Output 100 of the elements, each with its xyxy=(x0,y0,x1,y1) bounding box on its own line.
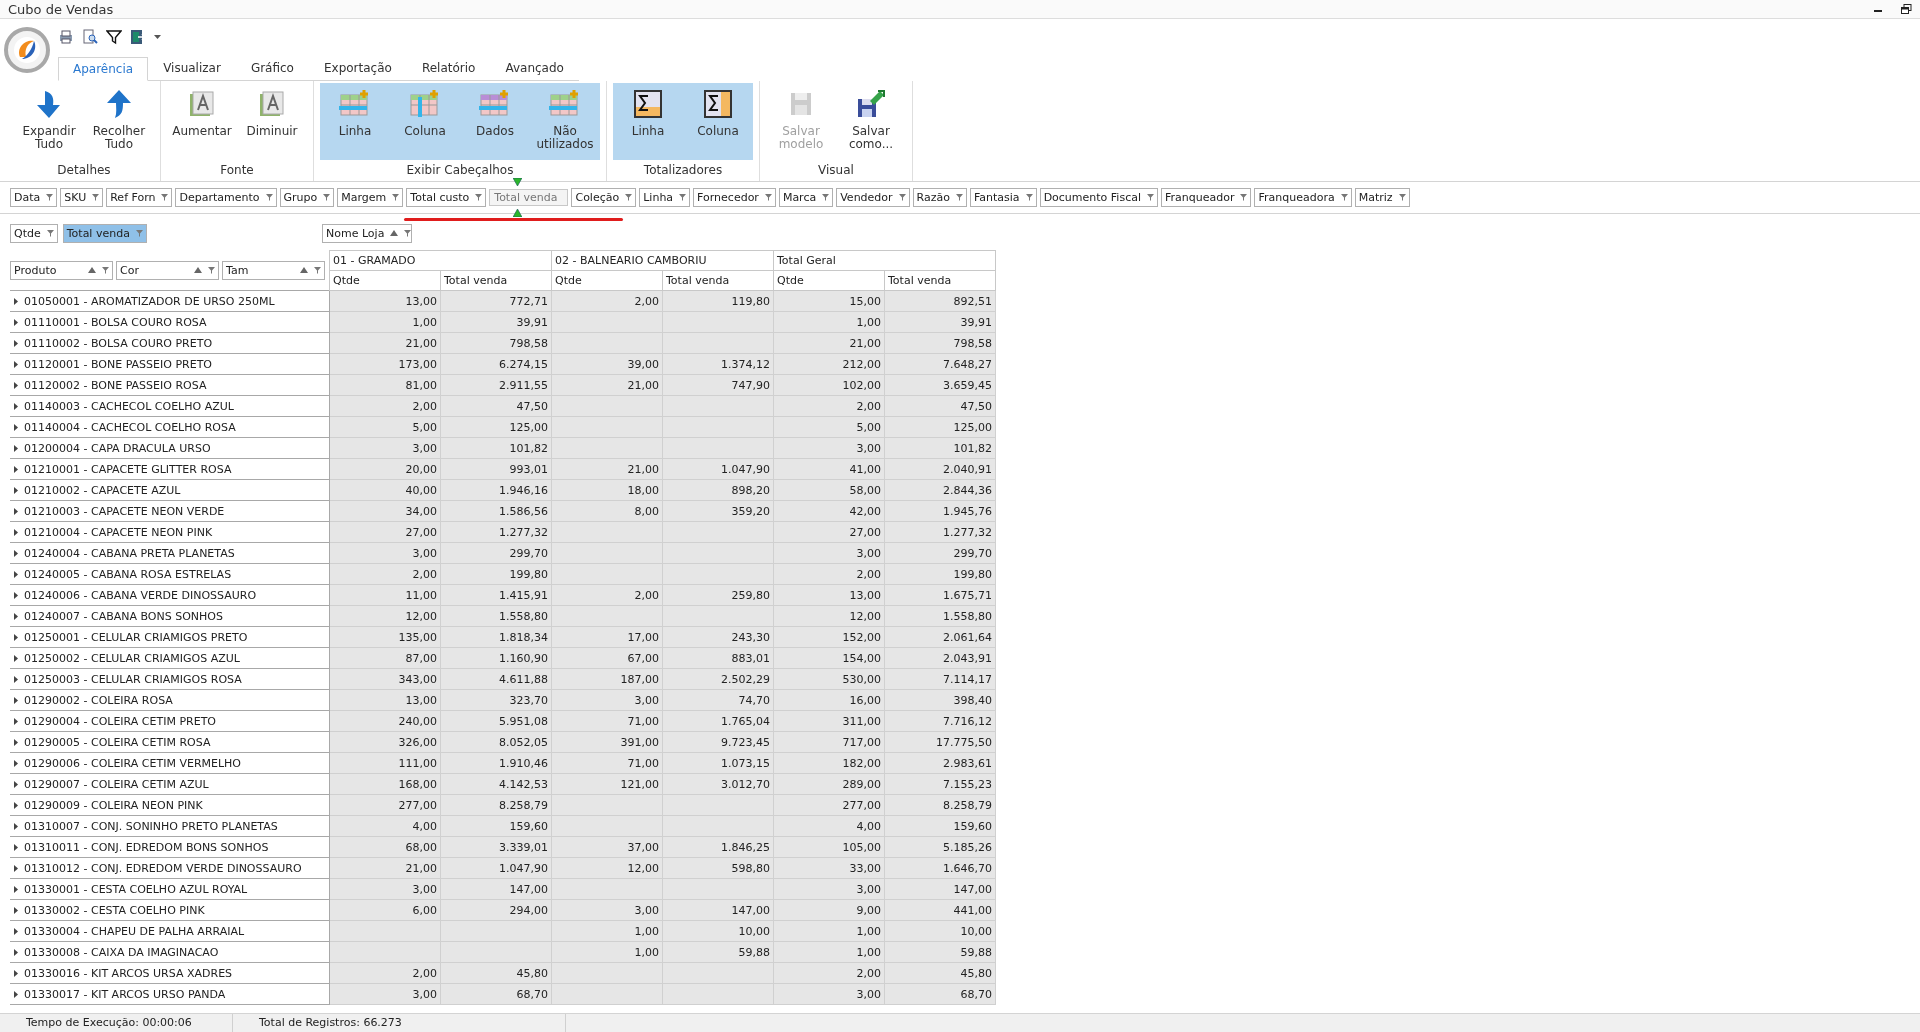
filter-field-button[interactable]: Vendedor xyxy=(836,188,910,207)
row-header[interactable]: 01140003 - CACHECOL COELHO AZUL xyxy=(10,395,330,417)
filter-icon[interactable] xyxy=(106,29,122,45)
ribbon-button[interactable]: Coluna xyxy=(683,83,753,160)
row-header[interactable]: 01250001 - CELULAR CRIAMIGOS PRETO xyxy=(10,626,330,648)
row-header[interactable]: 01290009 - COLEIRA NEON PINK xyxy=(10,794,330,816)
row-header[interactable]: 01310007 - CONJ. SONINHO PRETO PLANETAS xyxy=(10,815,330,837)
preview-icon[interactable] xyxy=(82,29,98,45)
ribbon-button[interactable]: Linha xyxy=(613,83,683,160)
expand-icon[interactable] xyxy=(14,507,18,515)
row-header[interactable]: 01330017 - KIT ARCOS URSO PANDA xyxy=(10,983,330,1005)
ribbon-tab[interactable]: Aparência xyxy=(58,57,149,81)
expand-icon[interactable] xyxy=(14,570,18,578)
expand-icon[interactable] xyxy=(14,486,18,494)
expand-icon[interactable] xyxy=(14,339,18,347)
expand-icon[interactable] xyxy=(14,969,18,977)
row-header[interactable]: 01120001 - BONE PASSEIO PRETO xyxy=(10,353,330,375)
data-field-button[interactable]: Qtde xyxy=(10,223,58,243)
ribbon-button[interactable]: Recolher Tudo xyxy=(84,83,154,160)
row-header[interactable]: 01310011 - CONJ. EDREDOM BONS SONHOS xyxy=(10,836,330,858)
filter-field-button[interactable]: Departamento xyxy=(175,188,277,207)
filter-field-button[interactable]: Matriz xyxy=(1354,188,1410,207)
expand-icon[interactable] xyxy=(14,906,18,914)
filter-field-button[interactable]: Coleção xyxy=(571,188,637,207)
printer-icon[interactable] xyxy=(58,29,74,45)
expand-icon[interactable] xyxy=(14,759,18,767)
row-header[interactable]: 01240006 - CABANA VERDE DINOSSAURO xyxy=(10,584,330,606)
expand-icon[interactable] xyxy=(14,738,18,746)
row-header[interactable]: 01330008 - CAIXA DA IMAGINACAO xyxy=(10,941,330,963)
filter-field-button[interactable]: Grupo xyxy=(279,188,335,207)
row-header[interactable]: 01290002 - COLEIRA ROSA xyxy=(10,689,330,711)
filter-field-button[interactable]: Margem xyxy=(337,188,404,207)
data-field-button[interactable]: Total venda xyxy=(62,223,147,243)
expand-icon[interactable] xyxy=(14,780,18,788)
ribbon-button[interactable]: Coluna xyxy=(390,83,460,160)
ribbon-button[interactable]: Salvar como... xyxy=(836,83,906,160)
row-field-button[interactable]: Produto xyxy=(10,260,113,280)
row-header[interactable]: 01330016 - KIT ARCOS URSA XADRES xyxy=(10,962,330,984)
expand-icon[interactable] xyxy=(14,948,18,956)
row-header[interactable]: 01210003 - CAPACETE NEON VERDE xyxy=(10,500,330,522)
row-field-button[interactable]: Cor xyxy=(116,260,219,280)
ribbon-tab[interactable]: Exportação xyxy=(308,57,407,80)
filter-field-button[interactable]: Franqueadora xyxy=(1254,188,1352,207)
expand-icon[interactable] xyxy=(14,465,18,473)
row-header[interactable]: 01210001 - CAPACETE GLITTER ROSA xyxy=(10,458,330,480)
expand-icon[interactable] xyxy=(14,402,18,410)
app-logo-icon[interactable] xyxy=(4,27,50,73)
row-header[interactable]: 01310012 - CONJ. EDREDOM VERDE DINOSSAURO xyxy=(10,857,330,879)
ribbon-tab[interactable]: Visualizar xyxy=(148,57,236,80)
ribbon-button[interactable]: Linha xyxy=(320,83,390,160)
expand-icon[interactable] xyxy=(14,360,18,368)
filter-field-button[interactable]: Documento Fiscal xyxy=(1039,188,1158,207)
expand-icon[interactable] xyxy=(14,654,18,662)
ribbon-button[interactable]: Expandir Tudo xyxy=(14,83,84,160)
row-header[interactable]: 01110001 - BOLSA COURO ROSA xyxy=(10,311,330,333)
column-field-button[interactable]: Nome Loja xyxy=(322,223,412,243)
ribbon-button[interactable]: Não utilizados xyxy=(530,83,600,160)
row-header[interactable]: 01240004 - CABANA PRETA PLANETAS xyxy=(10,542,330,564)
row-header[interactable]: 01290006 - COLEIRA CETIM VERMELHO xyxy=(10,752,330,774)
expand-icon[interactable] xyxy=(14,297,18,305)
dropdown-icon[interactable] xyxy=(154,34,161,40)
filter-field-button[interactable]: Total custo xyxy=(406,188,487,207)
expand-icon[interactable] xyxy=(14,696,18,704)
row-header[interactable]: 01290004 - COLEIRA CETIM PRETO xyxy=(10,710,330,732)
expand-icon[interactable] xyxy=(14,318,18,326)
expand-icon[interactable] xyxy=(14,885,18,893)
ribbon-tab[interactable]: Avançado xyxy=(490,57,579,80)
expand-icon[interactable] xyxy=(14,381,18,389)
row-header[interactable]: 01290007 - COLEIRA CETIM AZUL xyxy=(10,773,330,795)
filter-field-button[interactable]: Fantasia xyxy=(970,188,1037,207)
ribbon-button[interactable]: Dados xyxy=(460,83,530,160)
restore-icon[interactable] xyxy=(1901,3,1912,15)
expand-icon[interactable] xyxy=(14,864,18,872)
row-header[interactable]: 01210004 - CAPACETE NEON PINK xyxy=(10,521,330,543)
expand-icon[interactable] xyxy=(14,822,18,830)
expand-icon[interactable] xyxy=(14,549,18,557)
row-header[interactable]: 01200004 - CAPA DRACULA URSO xyxy=(10,437,330,459)
expand-icon[interactable] xyxy=(14,801,18,809)
row-header[interactable]: 01140004 - CACHECOL COELHO ROSA xyxy=(10,416,330,438)
expand-icon[interactable] xyxy=(14,675,18,683)
filter-field-button[interactable]: Razão xyxy=(912,188,967,207)
expand-icon[interactable] xyxy=(14,591,18,599)
filter-field-button[interactable]: Linha xyxy=(639,188,691,207)
filter-field-button[interactable]: Fornecedor xyxy=(693,188,776,207)
row-header[interactable]: 01110002 - BOLSA COURO PRETO xyxy=(10,332,330,354)
row-header[interactable]: 01330004 - CHAPEU DE PALHA ARRAIAL xyxy=(10,920,330,942)
row-header[interactable]: 01250003 - CELULAR CRIAMIGOS ROSA xyxy=(10,668,330,690)
expand-icon[interactable] xyxy=(14,633,18,641)
row-header[interactable]: 01240005 - CABANA ROSA ESTRELAS xyxy=(10,563,330,585)
expand-icon[interactable] xyxy=(14,990,18,998)
row-header[interactable]: 01240007 - CABANA BONS SONHOS xyxy=(10,605,330,627)
expand-icon[interactable] xyxy=(14,843,18,851)
row-header[interactable]: 01330002 - CESTA COELHO PINK xyxy=(10,899,330,921)
dragged-field[interactable]: Total venda xyxy=(489,189,569,206)
expand-icon[interactable] xyxy=(14,612,18,620)
expand-icon[interactable] xyxy=(14,717,18,725)
filter-field-button[interactable]: Marca xyxy=(778,188,834,207)
row-header[interactable]: 01290005 - COLEIRA CETIM ROSA xyxy=(10,731,330,753)
filter-field-button[interactable]: Franqueador xyxy=(1161,188,1252,207)
expand-icon[interactable] xyxy=(14,423,18,431)
